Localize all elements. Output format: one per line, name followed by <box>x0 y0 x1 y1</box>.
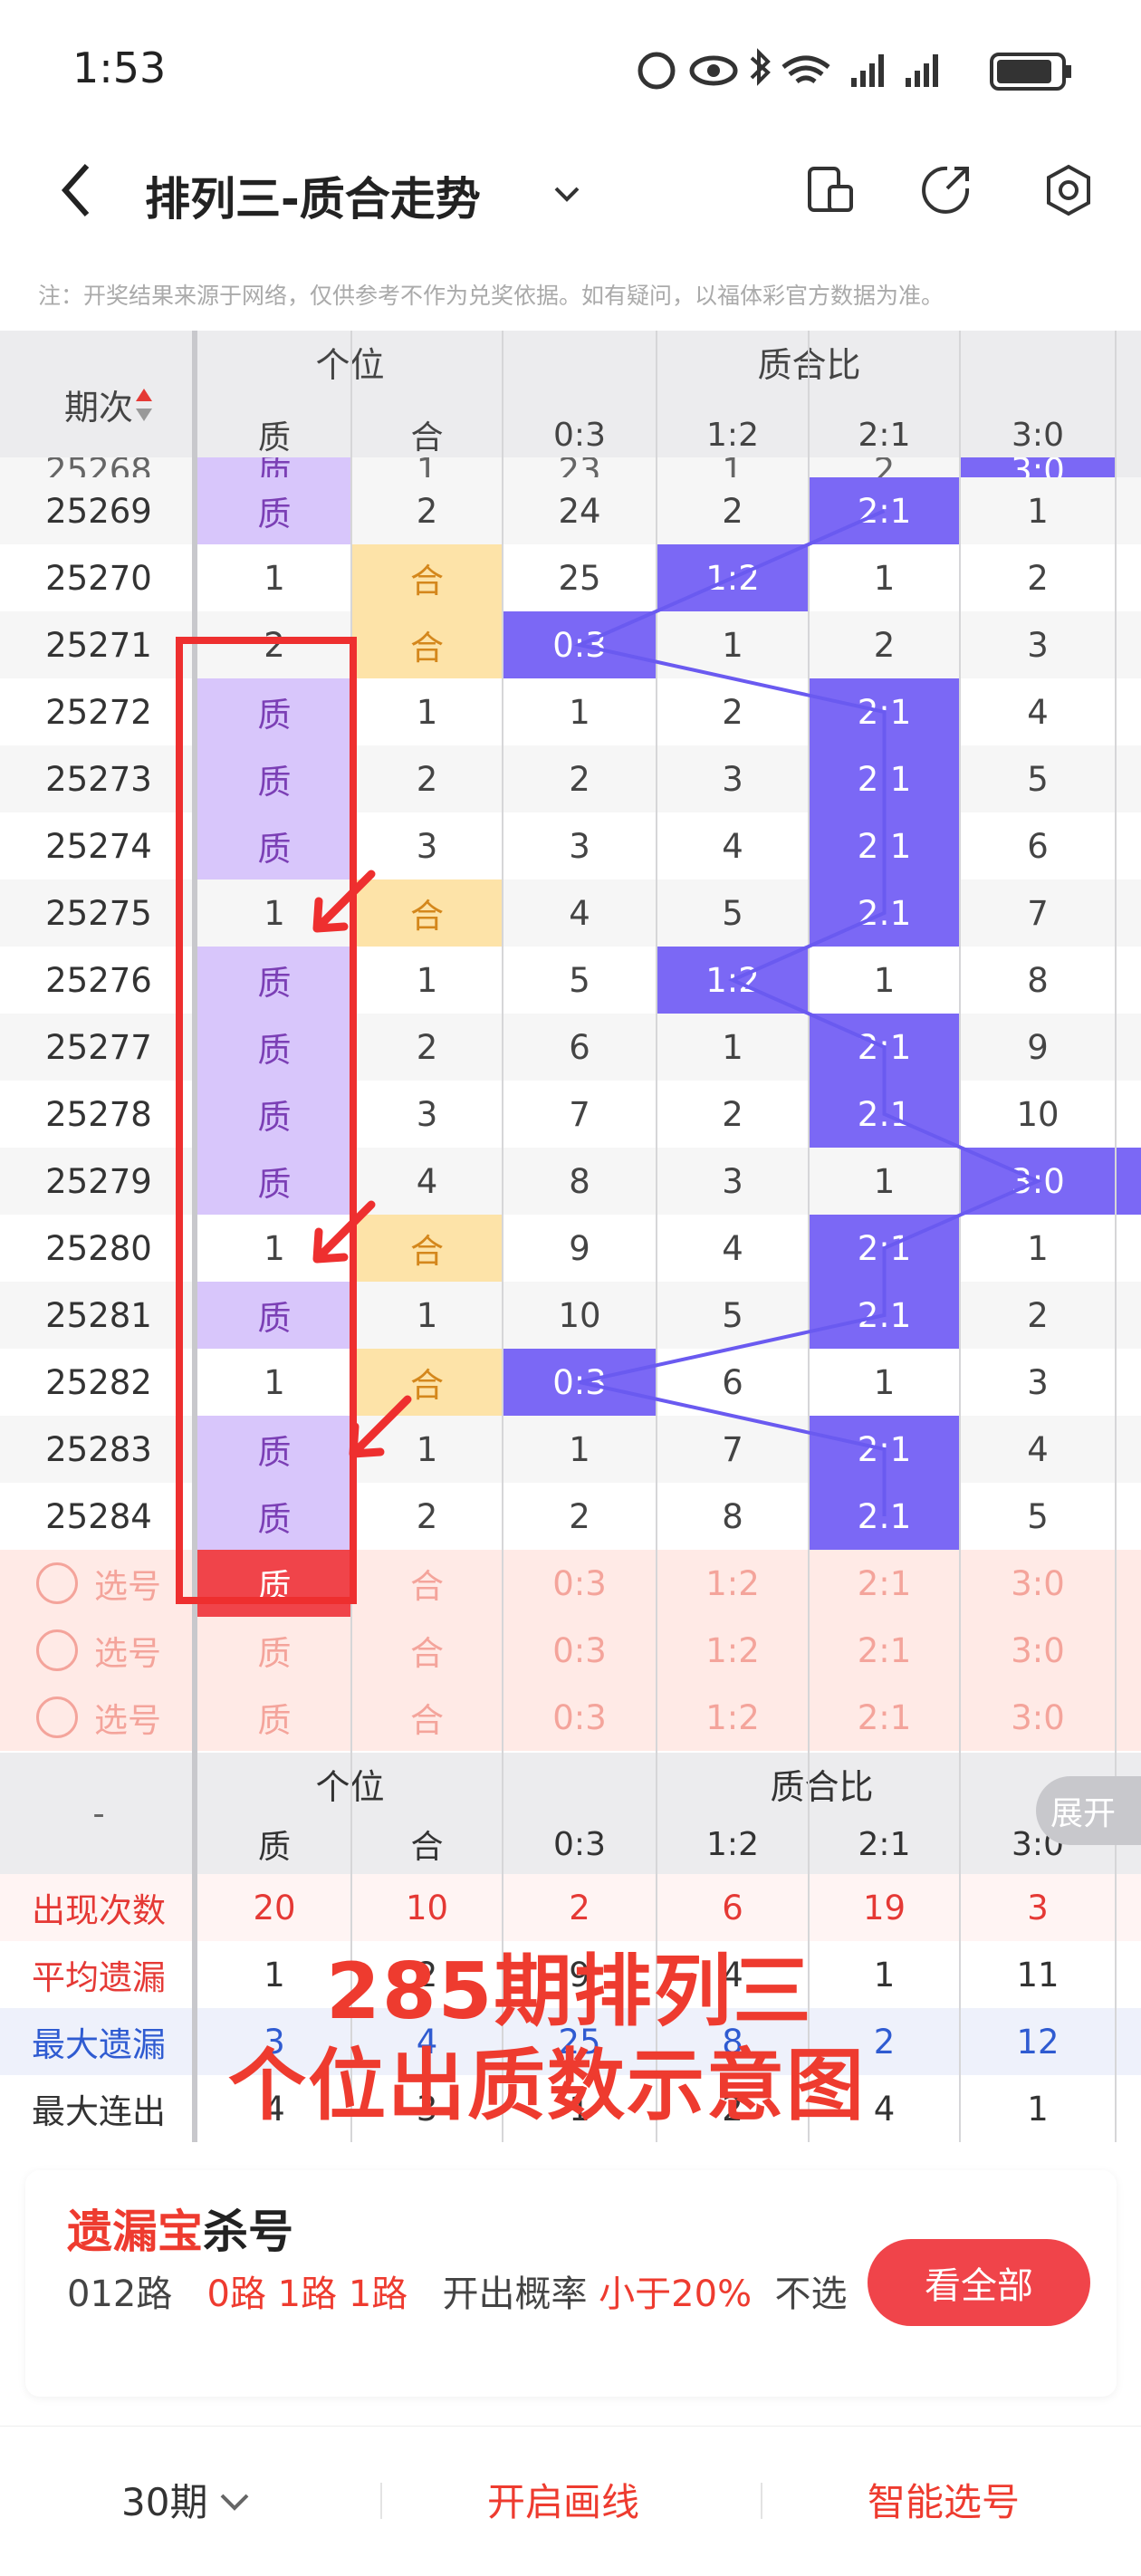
stats-row-label: 出现次数 <box>0 1874 197 1941</box>
stats-value: 19 <box>809 1874 960 1941</box>
card-description: 012路 0路 1路 1路 开出概率 小于20% 不选 <box>67 2264 882 2324</box>
view-all-button[interactable]: 看全部 <box>868 2239 1090 2326</box>
bluetooth-icon <box>750 48 771 86</box>
period-select[interactable]: 30期 <box>121 2472 254 2527</box>
trend-line <box>573 509 1042 1516</box>
disclaimer-notice: 注：开奖结果来源于网络，仅供参考不作为兑奖依据。如有疑问，以福体彩官方数据为准。 <box>38 283 944 309</box>
card-tail: 不选 <box>774 2273 848 2315</box>
period-select-label: 30期 <box>121 2480 208 2524</box>
divider <box>761 2483 762 2519</box>
annotation-arrow <box>312 1200 376 1264</box>
stats-row-label: 平均遗漏 <box>0 1941 197 2008</box>
annotation-arrow <box>312 870 376 933</box>
row-edge <box>1116 2075 1141 2142</box>
back-arrow-icon[interactable] <box>45 159 109 222</box>
battery-icon <box>990 53 1071 91</box>
app-header: 排列三-质合走势 <box>0 136 1141 245</box>
share-icon[interactable] <box>920 163 973 216</box>
route-label: 012路 <box>67 2273 173 2315</box>
settings-icon[interactable] <box>1041 163 1096 217</box>
chevron-down-icon[interactable] <box>549 176 585 212</box>
row-edge <box>1116 1874 1141 1941</box>
column-divider <box>959 1753 961 2142</box>
annotation-line2: 个位出质数示意图 <box>228 2041 866 2131</box>
smart-select-button[interactable]: 智能选号 <box>868 2472 1020 2527</box>
no-disturb-icon <box>638 52 676 90</box>
row-edge <box>1116 1941 1141 2008</box>
row-edge <box>1116 2008 1141 2075</box>
wifi-icon <box>781 55 830 84</box>
card-title-brand: 遗漏宝 <box>67 2206 203 2258</box>
stats-column-header: 0:3 <box>503 1814 657 1874</box>
stats-value: 3 <box>960 1874 1116 1941</box>
stats-value: 1 <box>809 1941 960 2008</box>
prob-value: 小于20% <box>599 2273 753 2315</box>
stats-column-header: 1:2 <box>657 1814 809 1874</box>
expand-button[interactable]: 展开 <box>1036 1776 1141 1845</box>
stats-column-header: 2:1 <box>809 1814 960 1874</box>
stats-row-label: 最大连出 <box>0 2075 197 2142</box>
status-time: 1:53 <box>72 43 167 92</box>
stats-value: 12 <box>960 2008 1116 2075</box>
status-icons <box>638 48 1071 91</box>
kill-number-card: 遗漏宝杀号 012路 0路 1路 1路 开出概率 小于20% 不选 看全部 <box>25 2170 1117 2397</box>
stats-value: 1 <box>960 2075 1116 2142</box>
signal-icon-2 <box>906 54 938 87</box>
column-divider <box>192 1753 197 2142</box>
status-bar: 1:53 <box>0 0 1141 136</box>
annotation-box <box>176 637 357 1604</box>
route-values: 0路 1路 1路 <box>206 2273 408 2315</box>
page-title[interactable]: 排列三-质合走势 <box>145 163 481 228</box>
card-title: 遗漏宝杀号 <box>67 2196 293 2261</box>
prob-label: 开出概率 <box>442 2273 588 2315</box>
divider <box>380 2483 382 2519</box>
trend-table: 期次 个位 质合比质合 0:3 1:2 2:1 3:0 25268 质 1 23 1 2 3:0 25269… <box>0 331 1141 1753</box>
stats-row-label: 最大遗漏 <box>0 2008 197 2075</box>
card-title-suffix: 杀号 <box>203 2206 293 2258</box>
bottom-toolbar: 30期 开启画线 智能选号 <box>0 2426 1141 2576</box>
chevron-down-icon <box>221 2494 249 2511</box>
signal-icon <box>851 54 884 87</box>
stats-dash: - <box>0 1753 197 1874</box>
stats-value: 11 <box>960 1941 1116 2008</box>
draw-line-button[interactable]: 开启画线 <box>487 2472 639 2527</box>
stats-column-header: 质 <box>197 1814 351 1874</box>
trend-lines-layer <box>176 509 1042 1604</box>
annotation-arrow <box>349 1395 412 1458</box>
stats-column-header: 合 <box>351 1814 503 1874</box>
device-icon[interactable] <box>804 163 857 216</box>
